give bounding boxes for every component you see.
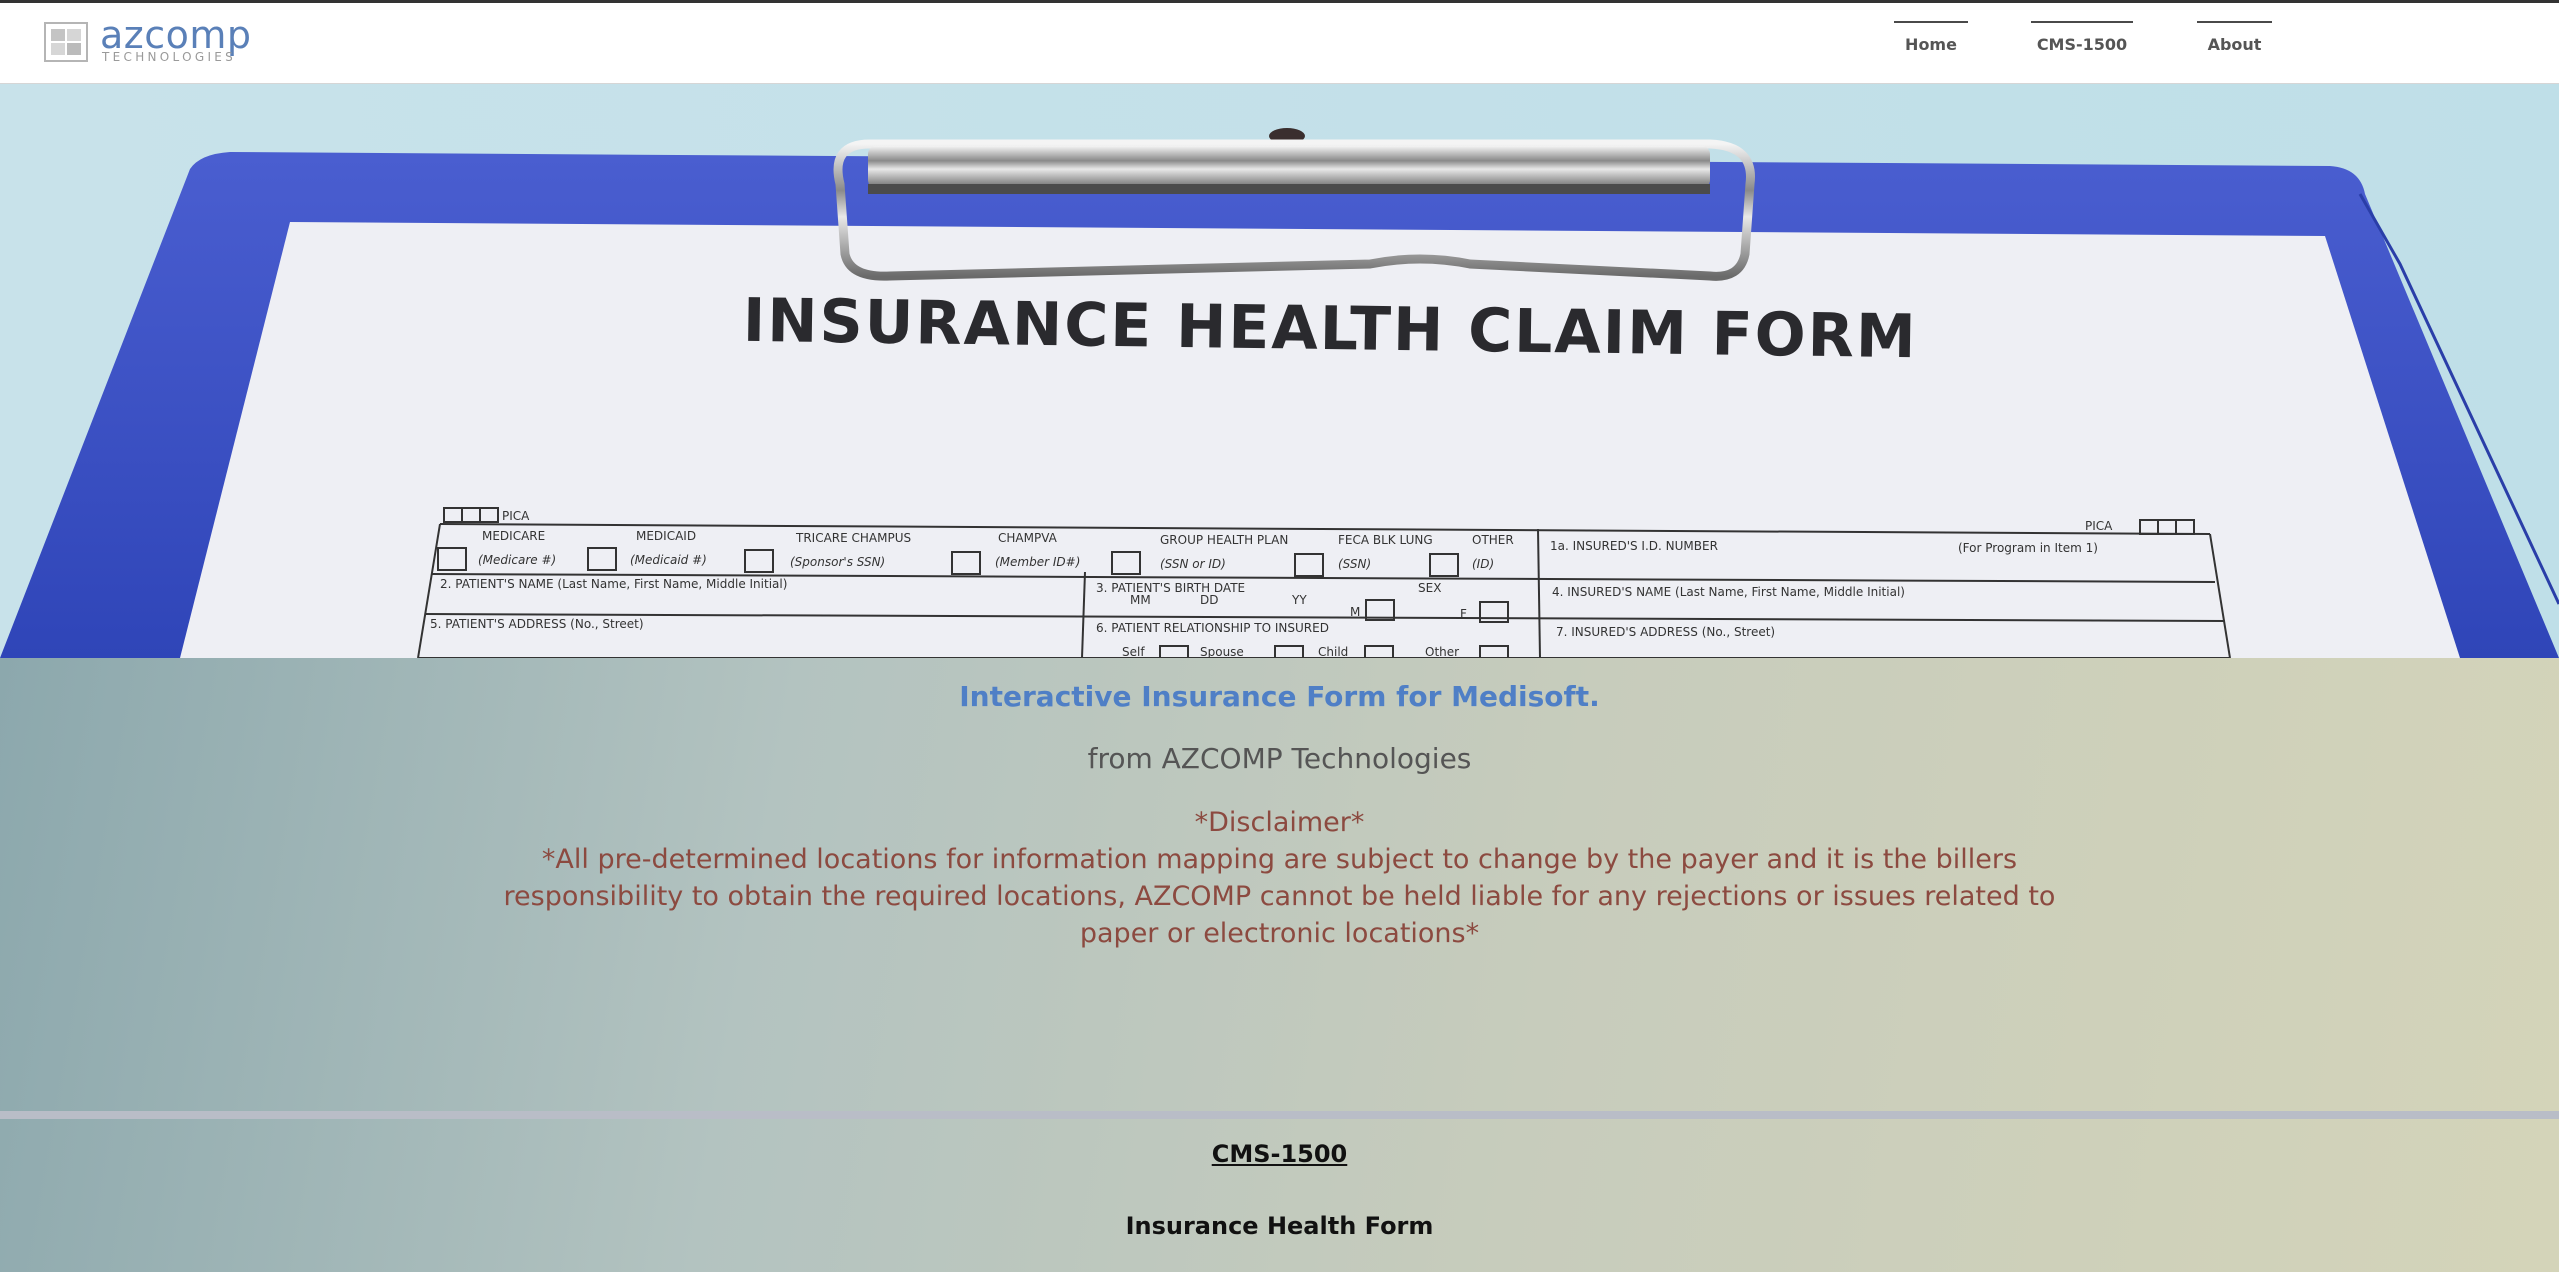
main-content: Interactive Insurance Form for Medisoft.… bbox=[0, 658, 2559, 1272]
form-relationship: 6. PATIENT RELATIONSHIP TO INSURED bbox=[1096, 621, 1329, 635]
form-sex: SEX bbox=[1418, 581, 1441, 595]
form-rel-self: Self bbox=[1122, 645, 1145, 658]
form-group-plan: GROUP HEALTH PLAN bbox=[1160, 533, 1288, 547]
form-champva: CHAMPVA bbox=[998, 531, 1058, 545]
form-other-sub: (ID) bbox=[1472, 557, 1494, 571]
form-insured-address: 7. INSURED'S ADDRESS (No., Street) bbox=[1556, 625, 1775, 639]
form-rel-spouse: Spouse bbox=[1200, 645, 1244, 658]
site-header: azcomp TECHNOLOGIES Home CMS-1500 About bbox=[0, 0, 2559, 84]
hero-banner: INSURANCE HEALTH CLAIM FORM PICA PICA ME… bbox=[0, 84, 2559, 658]
disclaimer-title: *Disclaimer* bbox=[1194, 807, 1365, 838]
form-patient-address: 5. PATIENT'S ADDRESS (No., Street) bbox=[430, 617, 644, 631]
form-rel-child: Child bbox=[1318, 645, 1348, 658]
disclaimer-body: *All pre-determined locations for inform… bbox=[503, 844, 2056, 949]
form-yy: YY bbox=[1291, 593, 1307, 607]
company-credit: from AZCOMP Technologies bbox=[1087, 742, 1472, 775]
form-medicare: MEDICARE bbox=[482, 529, 545, 543]
form-sex-f: F bbox=[1460, 607, 1467, 621]
form-medicaid: MEDICAID bbox=[636, 529, 696, 543]
clipboard-claim-form-image: INSURANCE HEALTH CLAIM FORM PICA PICA ME… bbox=[0, 84, 2559, 658]
nav-about-label: About bbox=[2207, 35, 2262, 54]
insurance-form-title: Insurance Health Form bbox=[1125, 1212, 1434, 1240]
form-champva-sub: (Member ID#) bbox=[995, 555, 1080, 569]
form-insured-id: 1a. INSURED'S I.D. NUMBER bbox=[1550, 539, 1718, 553]
form-rel-other: Other bbox=[1425, 645, 1459, 658]
cms-1500-section: CMS-1500 bbox=[0, 1140, 2559, 1168]
disclaimer: *Disclaimer* *All pre-determined locatio… bbox=[500, 804, 2059, 952]
form-medicare-sub: (Medicare #) bbox=[478, 553, 556, 567]
form-tricare-sub: (Sponsor's SSN) bbox=[790, 555, 885, 569]
form-mm: MM bbox=[1130, 593, 1151, 607]
form-pica-left: PICA bbox=[502, 509, 530, 523]
form-group-sub: (SSN or ID) bbox=[1160, 557, 1226, 571]
form-insured-name: 4. INSURED'S NAME (Last Name, First Name… bbox=[1552, 585, 1905, 599]
form-medicaid-sub: (Medicaid #) bbox=[630, 553, 707, 567]
page-tagline: Interactive Insurance Form for Medisoft. bbox=[959, 680, 1600, 713]
nav-about[interactable]: About bbox=[2197, 21, 2272, 61]
cms-1500-link[interactable]: CMS-1500 bbox=[1212, 1140, 1348, 1168]
form-birth-date: 3. PATIENT'S BIRTH DATE bbox=[1096, 581, 1245, 595]
form-patient-name: 2. PATIENT'S NAME (Last Name, First Name… bbox=[440, 577, 787, 591]
form-feca-sub: (SSN) bbox=[1338, 557, 1371, 571]
form-dd: DD bbox=[1200, 593, 1218, 607]
form-pica-right: PICA bbox=[2085, 519, 2113, 533]
main-nav: Home CMS-1500 About bbox=[0, 21, 2559, 61]
form-for-program: (For Program in Item 1) bbox=[1958, 541, 2098, 555]
section-divider bbox=[0, 1111, 2559, 1119]
form-sex-m: M bbox=[1350, 605, 1360, 619]
nav-cms-1500[interactable]: CMS-1500 bbox=[2031, 21, 2133, 61]
nav-cms-1500-label: CMS-1500 bbox=[2036, 35, 2128, 54]
form-other: OTHER bbox=[1472, 533, 1514, 547]
nav-home-label: Home bbox=[1905, 35, 1957, 54]
nav-home[interactable]: Home bbox=[1894, 21, 1968, 61]
form-feca: FECA BLK LUNG bbox=[1338, 533, 1433, 547]
form-tricare: TRICARE CHAMPUS bbox=[795, 531, 911, 545]
